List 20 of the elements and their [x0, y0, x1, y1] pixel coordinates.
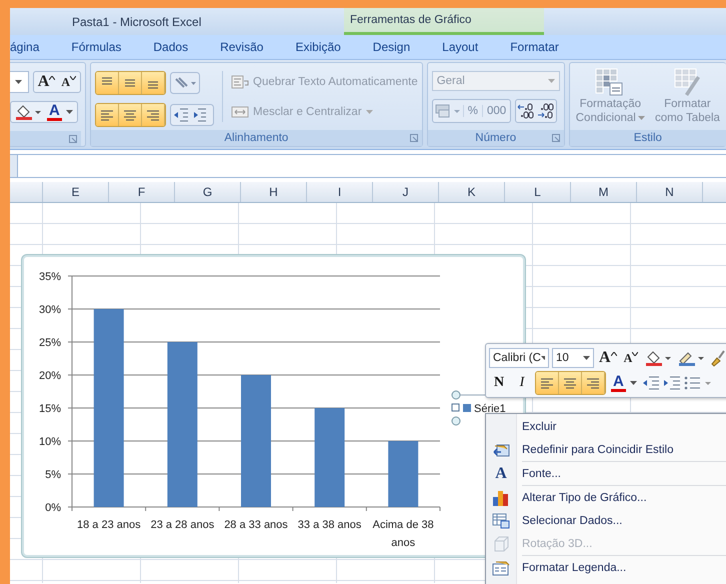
y-axis-label: 0% [45, 502, 61, 514]
x-axis-label: 18 a 23 anos [77, 519, 141, 531]
x-axis-label: 33 a 38 anos [298, 519, 362, 531]
context-tab-group: Ferramentas de Gráfico [344, 8, 544, 35]
x-axis-label: 28 a 33 anos [224, 519, 288, 531]
group-label: Alinhamento [224, 132, 288, 144]
legend-label: Série1 [474, 403, 506, 415]
y-axis-label: 25% [38, 337, 61, 349]
x-axis-label: 23 a 28 anos [150, 519, 214, 531]
group-label: Estilo [634, 132, 662, 144]
window-title: Pasta1 - Microsoft Excel [72, 14, 202, 28]
group-label: Número [475, 132, 516, 144]
y-axis-label: 30% [38, 304, 61, 316]
y-axis-label: 20% [38, 370, 61, 382]
x-axis-label: Acima de 38 anos [372, 519, 434, 549]
y-axis-label: 35% [38, 271, 61, 283]
y-axis-label: 10% [38, 436, 61, 448]
font-glyph: A [495, 466, 507, 482]
y-axis-label: 15% [38, 403, 61, 415]
y-axis-label: 5% [45, 469, 61, 481]
